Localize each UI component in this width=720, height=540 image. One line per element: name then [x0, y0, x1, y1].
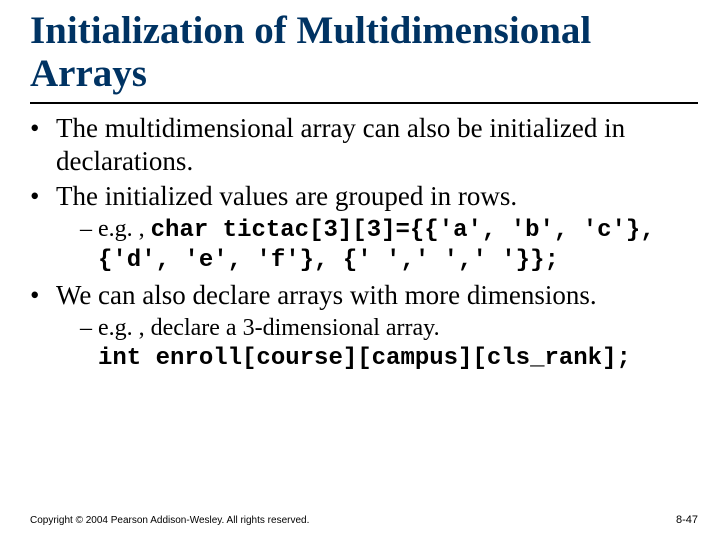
bullet-2-text: The initialized values are grouped in ro…: [56, 181, 517, 211]
bullet-2-sublist: e.g. , char tictac[3][3]={{'a', 'b', 'c'…: [56, 215, 698, 276]
bullet-1: The multidimensional array can also be i…: [30, 112, 698, 178]
bullet-2-sub-code: char tictac[3][3]={{'a', 'b', 'c'}, {'d'…: [98, 217, 655, 274]
bullet-3-sublist: e.g. , declare a 3-dimensional array. in…: [56, 314, 698, 374]
bullet-2-sub: e.g. , char tictac[3][3]={{'a', 'b', 'c'…: [80, 215, 698, 276]
bullet-3-sub-code: int enroll[course][campus][cls_rank];: [98, 345, 631, 372]
footer-page-number: 8-47: [676, 514, 698, 526]
slide-title: Initialization of Multidimensional Array…: [30, 10, 698, 96]
bullet-2-sub-prefix: e.g. ,: [98, 216, 151, 242]
bullet-3-text: We can also declare arrays with more dim…: [56, 280, 597, 310]
bullet-list: The multidimensional array can also be i…: [30, 112, 698, 374]
title-rule: [30, 102, 698, 104]
bullet-3-sub: e.g. , declare a 3-dimensional array. in…: [80, 314, 698, 374]
bullet-3: We can also declare arrays with more dim…: [30, 279, 698, 373]
slide: Initialization of Multidimensional Array…: [0, 0, 720, 540]
bullet-3-sub-line1: e.g. , declare a 3-dimensional array.: [98, 315, 440, 341]
footer-copyright: Copyright © 2004 Pearson Addison-Wesley.…: [30, 515, 309, 526]
bullet-2: The initialized values are grouped in ro…: [30, 180, 698, 275]
